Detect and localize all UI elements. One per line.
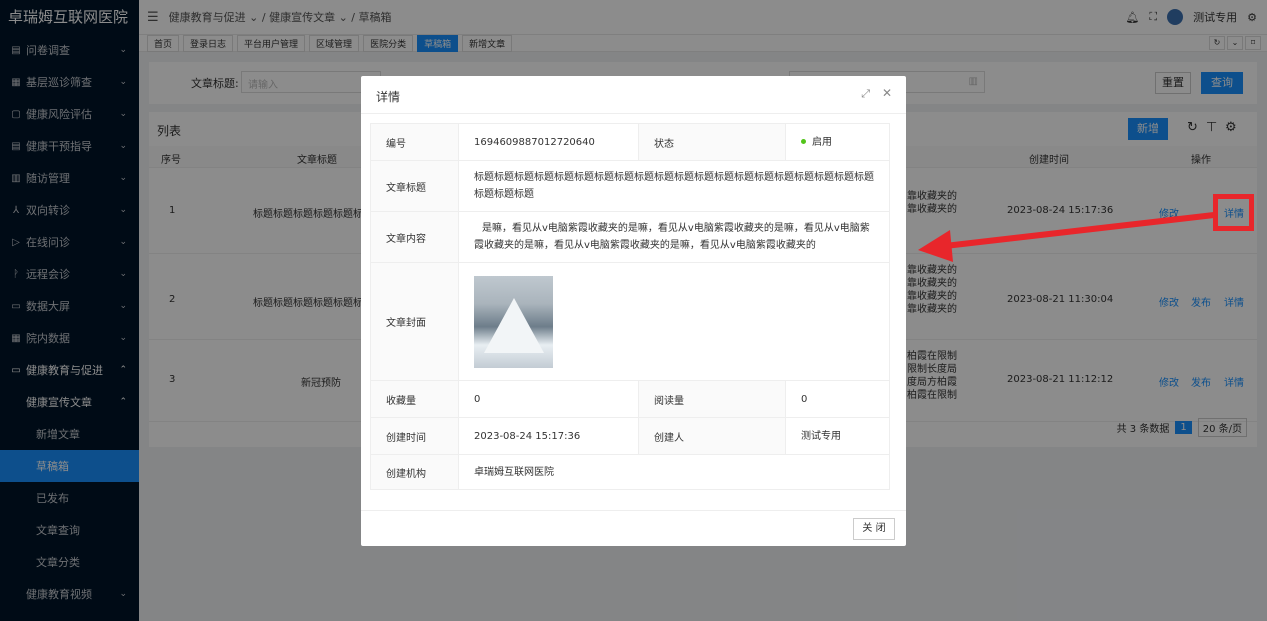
cover-image[interactable] bbox=[474, 275, 553, 368]
status-badge: 启用 bbox=[785, 123, 890, 161]
read-value: 0 bbox=[785, 380, 890, 418]
id-value: 1694609887012720640 bbox=[458, 123, 639, 161]
creator-value: 测试专用 bbox=[785, 417, 890, 455]
modal-title: 详情 bbox=[376, 90, 401, 104]
collect-value: 0 bbox=[458, 380, 639, 418]
org-value: 卓瑞姆互联网医院 bbox=[458, 454, 890, 490]
expand-icon[interactable]: ⤢ bbox=[861, 87, 870, 101]
created-value: 2023-08-24 15:17:36 bbox=[458, 417, 639, 455]
content-value: 是嘛，看见从v电脑紫霞收藏夹的是嘛，看见从v电脑紫霞收藏夹的是嘛，看见从v电脑紫… bbox=[458, 211, 890, 263]
detail-table: 编号 1694609887012720640 状态 启用 文章标题 标题标题标题… bbox=[370, 123, 890, 490]
title-value: 标题标题标题标题标题标题标题标题标题标题标题标题标题标题标题标题标题标题标题标题… bbox=[458, 160, 890, 212]
detail-modal: 详情 ⤢ ✕ 编号 1694609887012720640 状态 启用 文章标题… bbox=[361, 76, 906, 546]
close-button[interactable]: 关 闭 bbox=[853, 518, 895, 540]
close-icon[interactable]: ✕ bbox=[882, 86, 892, 100]
